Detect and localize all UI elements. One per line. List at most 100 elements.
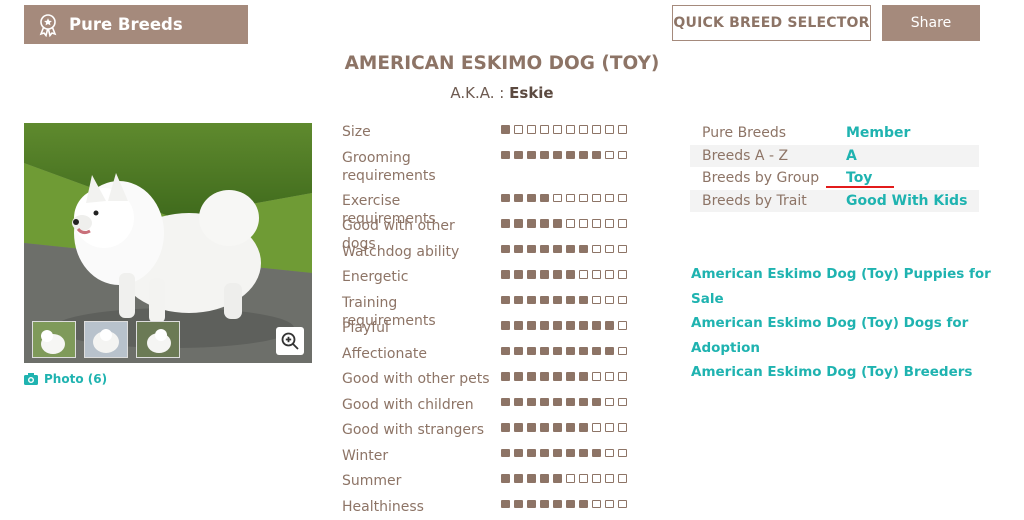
- rating-square-empty: [618, 296, 627, 305]
- rating-square-filled: [514, 449, 523, 458]
- rating-square-filled: [553, 474, 562, 483]
- rating-square-empty: [618, 245, 627, 254]
- rating-square-filled: [566, 245, 575, 254]
- rating-square-empty: [592, 296, 601, 305]
- rating-square-filled: [566, 372, 575, 381]
- photo-thumbnail[interactable]: [32, 321, 76, 358]
- rating-square-filled: [566, 321, 575, 330]
- rating-square-filled: [605, 347, 614, 356]
- rating-square-filled: [579, 500, 588, 509]
- rating-square-empty: [618, 398, 627, 407]
- breed-photo[interactable]: [24, 123, 312, 363]
- info-key: Breeds by Group: [690, 170, 846, 186]
- rating-square-filled: [527, 245, 536, 254]
- trait-row: Good with children: [342, 393, 672, 419]
- rating-square-filled: [514, 219, 523, 228]
- rating-square-filled: [592, 151, 601, 160]
- related-link[interactable]: American Eskimo Dog (Toy) Dogs for Adopt…: [691, 311, 991, 360]
- rating-square-filled: [514, 245, 523, 254]
- trait-rating: [501, 245, 627, 254]
- breed-traits: SizeGrooming requirementsExercise requir…: [342, 120, 672, 520]
- rating-square-filled: [579, 245, 588, 254]
- rating-square-filled: [579, 398, 588, 407]
- rating-square-empty: [605, 219, 614, 228]
- trait-name: Affectionate: [342, 345, 492, 363]
- rating-square-filled: [540, 194, 549, 203]
- rating-square-filled: [501, 423, 510, 432]
- rating-square-filled: [540, 474, 549, 483]
- rating-square-filled: [527, 449, 536, 458]
- rating-square-empty: [605, 398, 614, 407]
- rating-square-empty: [566, 125, 575, 134]
- trait-rating: [501, 219, 627, 228]
- info-row: Pure BreedsMember: [690, 122, 979, 145]
- rating-square-empty: [618, 423, 627, 432]
- rating-square-empty: [605, 474, 614, 483]
- rating-square-filled: [527, 398, 536, 407]
- photo-thumbnail[interactable]: [136, 321, 180, 358]
- photo-gallery-link[interactable]: Photo (6): [24, 372, 107, 386]
- photo-thumbnail[interactable]: [84, 321, 128, 358]
- trait-rating: [501, 296, 627, 305]
- rating-square-filled: [514, 372, 523, 381]
- rating-square-filled: [566, 347, 575, 356]
- quick-breed-selector-button[interactable]: QUICK BREED SELECTOR: [672, 5, 871, 41]
- page-title: AMERICAN ESKIMO DOG (TOY): [0, 53, 1004, 74]
- trait-name: Good with children: [342, 396, 492, 414]
- trait-name: Size: [342, 123, 492, 141]
- trait-rating: [501, 194, 627, 203]
- info-value-link[interactable]: Member: [846, 125, 910, 141]
- photo-thumbnails: [32, 321, 180, 358]
- rating-square-filled: [553, 321, 562, 330]
- rating-square-empty: [618, 151, 627, 160]
- pure-breeds-banner[interactable]: Pure Breeds: [24, 5, 248, 44]
- trait-name: Good with strangers: [342, 421, 492, 439]
- pure-breeds-label: Pure Breeds: [69, 15, 183, 34]
- rating-square-empty: [553, 194, 562, 203]
- rating-square-filled: [501, 321, 510, 330]
- rating-square-filled: [553, 372, 562, 381]
- rating-square-filled: [553, 347, 562, 356]
- related-link[interactable]: American Eskimo Dog (Toy) Puppies for Sa…: [691, 262, 991, 311]
- trait-name: Summer: [342, 472, 492, 490]
- rating-square-empty: [540, 125, 549, 134]
- rating-square-filled: [514, 296, 523, 305]
- related-link[interactable]: American Eskimo Dog (Toy) Breeders: [691, 360, 991, 385]
- trait-row: Energetic: [342, 265, 672, 291]
- rating-square-filled: [592, 321, 601, 330]
- rating-square-filled: [553, 245, 562, 254]
- aka-label: A.K.A. :: [450, 84, 504, 102]
- trait-rating: [501, 270, 627, 279]
- rating-square-filled: [579, 151, 588, 160]
- trait-rating: [501, 125, 627, 134]
- rating-square-empty: [592, 194, 601, 203]
- rating-square-empty: [605, 296, 614, 305]
- info-value-link[interactable]: A: [846, 148, 857, 164]
- rating-square-filled: [579, 321, 588, 330]
- rating-square-empty: [566, 219, 575, 228]
- rating-square-empty: [579, 125, 588, 134]
- rating-square-filled: [605, 321, 614, 330]
- rating-square-empty: [605, 194, 614, 203]
- info-value-link[interactable]: Good With Kids: [846, 193, 967, 209]
- rating-square-filled: [514, 321, 523, 330]
- rating-square-filled: [553, 270, 562, 279]
- info-key: Breeds by Trait: [690, 193, 846, 209]
- share-button[interactable]: Share: [882, 5, 980, 41]
- trait-row: Size: [342, 120, 672, 146]
- trait-name: Playful: [342, 319, 492, 337]
- rating-square-filled: [579, 296, 588, 305]
- rating-square-filled: [553, 219, 562, 228]
- rating-square-filled: [527, 474, 536, 483]
- trait-row: Exercise requirements: [342, 189, 672, 215]
- rating-square-filled: [527, 296, 536, 305]
- info-row: Breeds by TraitGood With Kids: [690, 190, 979, 213]
- trait-rating: [501, 474, 627, 483]
- rating-square-filled: [527, 423, 536, 432]
- rating-square-filled: [579, 449, 588, 458]
- rating-square-filled: [501, 372, 510, 381]
- zoom-in-icon[interactable]: [276, 327, 304, 355]
- rating-square-filled: [566, 423, 575, 432]
- info-value-link[interactable]: Toy: [846, 170, 872, 186]
- rating-square-filled: [501, 125, 510, 134]
